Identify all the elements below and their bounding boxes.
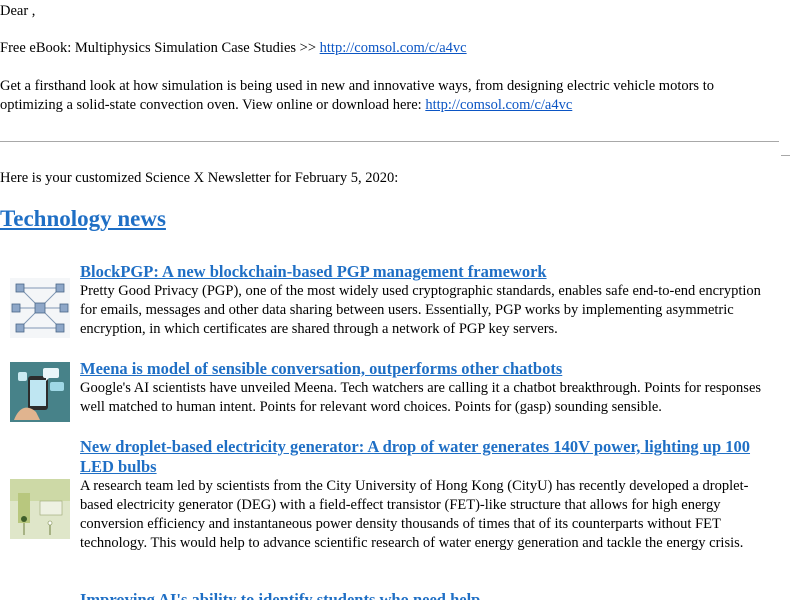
article-item: BlockPGP: A new blockchain-based PGP man…	[10, 262, 780, 342]
promo-link[interactable]: http://comsol.com/c/a4vc	[320, 40, 467, 56]
article-title-link[interactable]: BlockPGP: A new blockchain-based PGP man…	[80, 262, 547, 281]
article-item: Meena is model of sensible conversation,…	[10, 359, 780, 422]
greeting: Dear ,	[0, 3, 36, 19]
article-thumbnail-network-diagram[interactable]	[10, 278, 70, 338]
article-summary: Google's AI scientists have unveiled Mee…	[80, 380, 762, 415]
section-heading: Technology news	[0, 205, 166, 233]
article-summary: A research team led by scientists from t…	[80, 478, 749, 551]
article-thumbnail-led-droplet[interactable]	[10, 479, 70, 539]
divider-stub	[781, 155, 790, 156]
article-item: Improving AI's ability to identify stude…	[10, 590, 780, 600]
divider	[0, 141, 779, 142]
promo-text: Free eBook: Multiphysics Simulation Case…	[0, 40, 320, 56]
promo-body-line-1: Get a firsthand look at how simulation i…	[0, 78, 714, 94]
article-title: Improving AI's ability to identify stude…	[80, 590, 770, 600]
promo-line: Free eBook: Multiphysics Simulation Case…	[0, 39, 467, 58]
newsletter-intro: Here is your customized Science X Newsle…	[0, 170, 399, 186]
article-thumbnail-chat-phone[interactable]	[10, 362, 70, 422]
article-title-link[interactable]: New droplet-based electricity generator:…	[80, 437, 750, 476]
promo-body-text: optimizing a solid-state convection oven…	[0, 97, 426, 113]
article-title: New droplet-based electricity generator:…	[80, 437, 770, 477]
article-item: New droplet-based electricity generator:…	[10, 437, 780, 577]
article-title-link[interactable]: Improving AI's ability to identify stude…	[80, 590, 480, 600]
promo-body-link[interactable]: http://comsol.com/c/a4vc	[425, 97, 572, 113]
article-title-link[interactable]: Meena is model of sensible conversation,…	[80, 359, 562, 378]
article-title: Meena is model of sensible conversation,…	[80, 359, 770, 379]
section-heading-link[interactable]: Technology news	[0, 206, 166, 231]
promo-body-line-2: optimizing a solid-state convection oven…	[0, 96, 572, 115]
article-summary: Pretty Good Privacy (PGP), one of the mo…	[80, 283, 761, 337]
email-body: Dear , Free eBook: Multiphysics Simulati…	[0, 0, 800, 600]
article-title: BlockPGP: A new blockchain-based PGP man…	[80, 262, 770, 282]
